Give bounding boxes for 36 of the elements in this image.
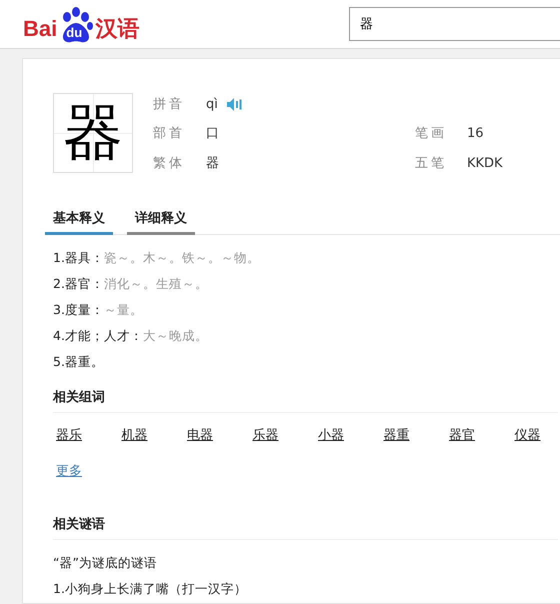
logo-text: 汉语 (95, 18, 140, 43)
field-label: 五笔 (415, 154, 448, 173)
definition-text: 4.才能；人才：大～晚成。 (53, 327, 209, 345)
speaker-icon[interactable] (226, 98, 242, 112)
word-link[interactable]: 电器 (184, 426, 250, 445)
field-value: KKDK (467, 154, 503, 173)
field-label: 繁体 (153, 154, 186, 173)
word-link[interactable]: 仪器 (512, 426, 560, 445)
field-value: 16 (467, 125, 484, 144)
section-title: 相关谜语 (53, 515, 558, 540)
definition-text: 1.器具：瓷～。木～。铁～。～物。 (53, 249, 261, 267)
field-value: 口 (206, 125, 219, 144)
definition-text: 3.度量：～量。 (53, 301, 144, 319)
field-label: 笔画 (415, 125, 448, 144)
word-link[interactable]: 器官 (446, 426, 512, 445)
more-link[interactable]: 更多 (56, 462, 82, 481)
field-label: 拼音 (153, 96, 186, 114)
riddle-intro: “器”为谜底的谜语 (53, 554, 158, 572)
word-link[interactable]: 小器 (315, 426, 380, 445)
definition-text: 5.器重。 (53, 353, 105, 371)
character-display: 器 (53, 93, 133, 173)
pinyin-value: qì (206, 96, 218, 114)
riddle-text: 1.小狗身上长满了嘴（打一汉字） (53, 580, 248, 598)
definition-text: 2.器官：消化～。生殖～。 (53, 275, 209, 293)
tab[interactable]: 详细释义 (127, 209, 195, 235)
logo-text: du (66, 26, 82, 39)
field-value: 器 (206, 154, 219, 173)
search-field[interactable]: 器 (349, 7, 560, 41)
word-link[interactable]: 机器 (118, 426, 184, 445)
section-title: 相关组词 (53, 388, 558, 413)
word-link[interactable]: 器乐 (53, 426, 118, 445)
field-label: 部首 (153, 125, 186, 144)
word-link[interactable]: 器重 (380, 426, 446, 445)
logo-text: Bai (23, 18, 58, 43)
word-link[interactable]: 乐器 (250, 426, 315, 445)
tab[interactable]: 基本释义 (45, 209, 113, 235)
